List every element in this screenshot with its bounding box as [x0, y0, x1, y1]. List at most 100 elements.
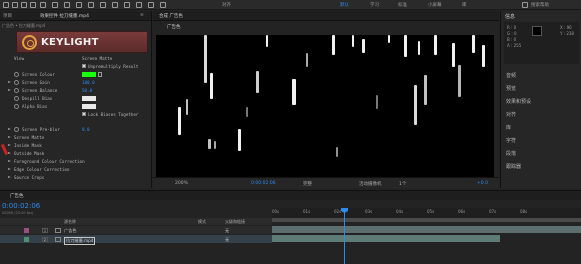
comp-subtab[interactable]: 广告色 [167, 24, 181, 30]
screen-balance-value[interactable]: 50.0 [82, 88, 92, 93]
panel-libraries[interactable]: 库 [506, 124, 511, 131]
panel-align[interactable]: 对齐 [506, 111, 516, 118]
view-dropdown[interactable]: Screen Matte [82, 56, 112, 61]
workspace-default[interactable]: 默认 [340, 2, 349, 8]
group-screen-matte[interactable]: Screen Matte [0, 134, 152, 141]
despill-bias-swatch[interactable] [82, 96, 96, 101]
panel-menu-icon[interactable]: ≡ [140, 13, 144, 18]
param-alpha-bias: Alpha Bias [0, 103, 152, 110]
current-time[interactable]: 0:00:02:06 [251, 181, 276, 186]
type-tool-icon[interactable] [100, 2, 106, 8]
expand-arrow-icon[interactable] [8, 89, 11, 91]
current-time-indicator[interactable] [344, 208, 345, 264]
layer-parent[interactable]: 无 [225, 237, 229, 243]
work-area-bar[interactable] [272, 218, 581, 222]
eraser-tool-icon[interactable] [136, 2, 142, 8]
screen-preblur-value[interactable]: 0.0 [82, 127, 90, 132]
lock-biases-checkbox[interactable] [82, 112, 86, 116]
param-despill-bias: Despill Bias [0, 95, 152, 102]
panel-paragraph[interactable]: 段落 [506, 150, 516, 157]
home-icon[interactable] [3, 2, 9, 8]
camera-tool-icon[interactable] [52, 2, 58, 8]
group-label: Edge Colour Correction [14, 167, 70, 172]
layer-label-color[interactable] [24, 236, 29, 242]
group-label: Foreground Colour Correction [14, 159, 85, 164]
group-inside-mask[interactable]: Inside Mask [0, 142, 152, 149]
search-help-input[interactable]: 搜索帮助 [531, 2, 549, 8]
group-source-crops[interactable]: Source Crops [0, 174, 152, 181]
hand-tool-icon[interactable] [21, 2, 27, 8]
eyedropper-icon[interactable] [98, 72, 102, 77]
stopwatch-icon[interactable] [14, 88, 19, 93]
ruler-label: 02s [334, 209, 342, 214]
rotate-tool-icon[interactable] [40, 2, 46, 8]
resolution-dropdown[interactable]: 完整 [303, 181, 312, 187]
panel-effects-presets[interactable]: 效果和预设 [506, 98, 531, 105]
brush-tool-icon[interactable] [112, 2, 118, 8]
group-edge-colour-correction[interactable]: Edge Colour Correction [0, 166, 152, 173]
col-source-name[interactable]: 源名称 [64, 219, 76, 225]
layer-name[interactable]: 广告色 [64, 228, 77, 234]
param-unpremultiply: Unpremultiply Result [0, 63, 152, 70]
stopwatch-icon[interactable] [14, 127, 19, 132]
tab-composition[interactable]: 合成 广告色 [159, 13, 183, 19]
group-foreground-colour-correction[interactable]: Foreground Colour Correction [0, 158, 152, 165]
layer-row-1[interactable]: 1 广告色 无 [0, 226, 272, 234]
layer-row-2[interactable]: 2 拉刀缝墨.mp4 无 [0, 235, 272, 245]
screen-gain-value[interactable]: 100.0 [82, 80, 95, 85]
timeline-frame-info: 00056 (25.00 fps) [2, 211, 34, 215]
layer-parent[interactable]: 无 [225, 228, 229, 234]
shape-tool-icon[interactable] [76, 2, 82, 8]
stopwatch-icon[interactable] [14, 96, 19, 101]
layer-name[interactable]: 拉刀缝墨.mp4 [64, 236, 96, 245]
expand-arrow-icon[interactable] [8, 81, 11, 83]
workspace-small-screen[interactable]: 小屏幕 [428, 2, 442, 8]
workspace-libraries[interactable]: 库 [462, 2, 467, 8]
panel-tracker[interactable]: 跟踪器 [506, 163, 521, 170]
expand-arrow-icon[interactable] [8, 160, 11, 162]
panel-preview[interactable]: 预览 [506, 85, 516, 92]
zoom-tool-icon[interactable] [30, 2, 36, 8]
expand-arrow-icon[interactable] [8, 168, 11, 170]
col-parent[interactable]: 父级和链接 [225, 219, 245, 225]
workspace-standard[interactable]: 标准 [398, 2, 407, 8]
stopwatch-icon[interactable] [14, 72, 19, 77]
pen-tool-icon[interactable] [88, 2, 94, 8]
alpha-bias-swatch[interactable] [82, 104, 96, 109]
stopwatch-icon[interactable] [14, 80, 19, 85]
tab-timeline-comp[interactable]: 广告色 [10, 193, 24, 199]
composition-canvas[interactable] [156, 35, 494, 185]
roto-brush-icon[interactable] [148, 2, 154, 8]
camera-dropdown[interactable]: 活动摄像机 [359, 181, 382, 187]
timeline-tabbar: 广告色 [0, 191, 581, 200]
screen-colour-swatch[interactable] [82, 72, 96, 77]
expand-arrow-icon[interactable] [8, 128, 11, 130]
stopwatch-icon[interactable] [14, 104, 19, 109]
panel-audio[interactable]: 音频 [506, 72, 516, 79]
zoom-dropdown[interactable]: 200% [175, 181, 188, 186]
param-lock-biases: Lock Biases Together [0, 111, 152, 118]
expand-arrow-icon[interactable] [8, 176, 11, 178]
unpremultiply-checkbox[interactable] [82, 64, 86, 68]
expand-arrow-icon[interactable] [8, 136, 11, 138]
tab-effect-controls[interactable]: 效果控件 拉刀缝墨.mp4 [40, 13, 89, 19]
timeline-timecode[interactable]: 0:00:02:06 [2, 202, 40, 210]
search-icon[interactable] [522, 2, 528, 8]
layer-2-duration-bar[interactable] [272, 235, 500, 242]
selection-tool-icon[interactable] [12, 2, 18, 8]
clone-tool-icon[interactable] [124, 2, 130, 8]
time-ruler[interactable]: 00s 01s 02s 03s 04s 05s 06s 07s 08s [272, 208, 581, 218]
expand-arrow-icon[interactable] [8, 144, 11, 146]
tab-project[interactable]: 项目 [3, 13, 12, 19]
snap-toggle[interactable]: 对齐 [222, 2, 231, 8]
views-dropdown[interactable]: 1个 [399, 181, 406, 187]
group-outside-mask[interactable]: Outside Mask [0, 150, 152, 157]
exposure-value[interactable]: +0.0 [477, 181, 488, 186]
panel-character[interactable]: 字符 [506, 137, 516, 144]
col-mode[interactable]: 模式 [198, 219, 206, 225]
layer-label-color[interactable] [24, 227, 29, 233]
pan-behind-tool-icon[interactable] [64, 2, 70, 8]
layer-1-duration-bar[interactable] [272, 226, 581, 233]
workspace-learn[interactable]: 学习 [370, 2, 379, 8]
puppet-tool-icon[interactable] [160, 2, 166, 8]
